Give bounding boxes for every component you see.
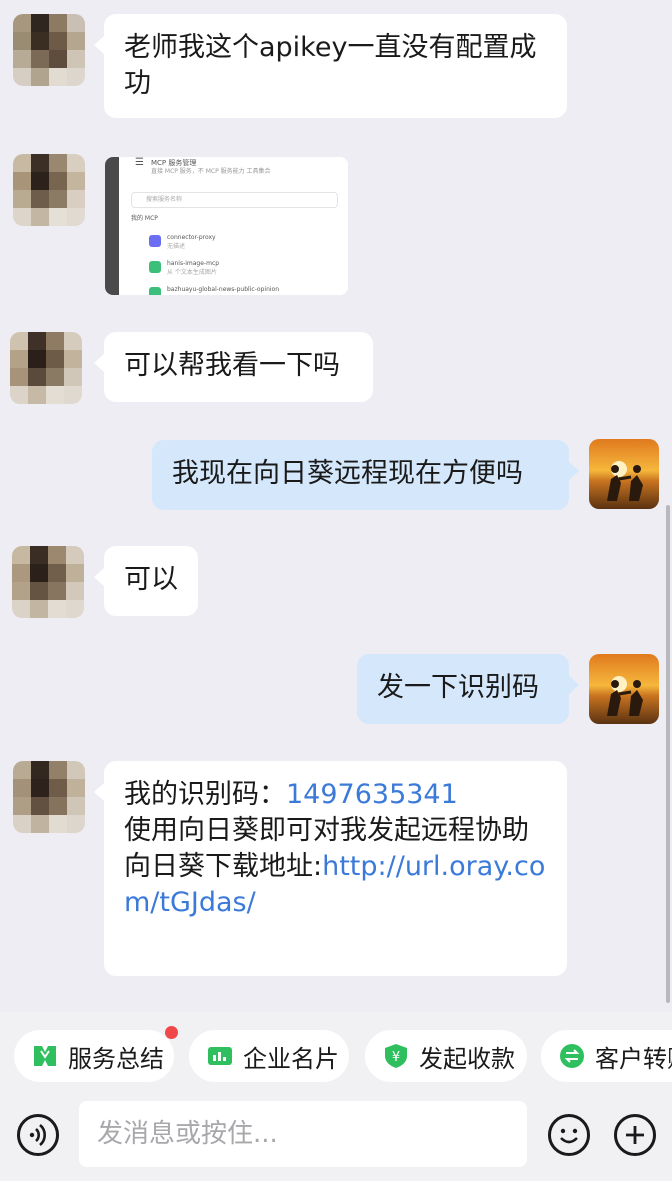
download-label: 向日葵下载地址: xyxy=(124,851,323,882)
screenshot-title: MCP 服务管理 xyxy=(151,159,197,167)
message-bubble[interactable]: 发一下识别码 xyxy=(357,654,579,724)
screenshot-search-placeholder: 搜索服务名称 xyxy=(146,196,183,203)
contact-avatar[interactable] xyxy=(10,332,82,404)
payment-icon: ¥ xyxy=(385,1044,407,1068)
quick-action-label: 服务总结 xyxy=(68,1044,164,1073)
screenshot-section: 我的 MCP xyxy=(131,215,158,222)
screenshot-search-box: 搜索服务名称 xyxy=(131,192,338,208)
screenshot-item-name: connector-proxy xyxy=(167,234,216,241)
contact-avatar[interactable] xyxy=(12,546,84,618)
message-line: 我的识别码：1497635341 xyxy=(124,777,547,813)
screenshot-menu-icon: ☰ xyxy=(135,157,144,168)
message-text: 发一下识别码 xyxy=(377,672,539,703)
transfer-icon xyxy=(560,1044,584,1068)
sunset-photo-icon xyxy=(589,654,659,724)
quick-action-label: 发起收款 xyxy=(419,1044,515,1073)
sunset-photo-icon xyxy=(589,439,659,509)
screenshot-item-icon xyxy=(149,287,161,295)
message-text: 可以帮我看一下吗 xyxy=(124,350,340,381)
chat-area[interactable]: 老师我这个apikey一直没有配置成功 ☰ MCP 服务管理 直接 MCP 服务… xyxy=(0,0,672,1010)
quick-action-payment[interactable]: ¥ 发起收款 xyxy=(365,1030,527,1082)
quick-action-label: 企业名片 xyxy=(243,1044,339,1073)
message-bubble[interactable]: 我现在向日葵远程现在方便吗 xyxy=(152,440,579,510)
screenshot-item-name: hanis-image-mcp xyxy=(167,260,220,267)
scrollbar[interactable] xyxy=(666,505,670,1003)
quick-action-transfer[interactable]: 客户转赠 xyxy=(541,1030,672,1082)
code-label: 我的识别码： xyxy=(124,779,286,810)
message-text: 我现在向日葵远程现在方便吗 xyxy=(172,458,523,489)
user-avatar[interactable] xyxy=(589,654,659,724)
message-bubble[interactable]: 可以 xyxy=(94,546,198,616)
message-text: 使用向日葵即可对我发起远程协助 xyxy=(124,815,529,846)
message-text: 老师我这个apikey一直没有配置成功 xyxy=(124,32,537,99)
screenshot-item-desc: 从 个文本生成图片 xyxy=(167,269,217,276)
contact-avatar[interactable] xyxy=(13,154,85,226)
contact-avatar[interactable] xyxy=(13,14,85,86)
image-edge xyxy=(105,157,119,295)
message-bubble[interactable]: 可以帮我看一下吗 xyxy=(94,332,373,402)
screenshot-item-icon xyxy=(149,235,161,247)
svg-text:¥: ¥ xyxy=(392,1050,400,1065)
remote-code-link[interactable]: 1497635341 xyxy=(286,779,458,810)
screenshot-item-icon xyxy=(149,261,161,273)
user-avatar[interactable] xyxy=(589,439,659,509)
image-message[interactable]: ☰ MCP 服务管理 直接 MCP 服务，不 MCP 服务能力 工具集合 搜索服… xyxy=(105,157,348,295)
message-text: 可以 xyxy=(124,564,178,595)
message-input[interactable] xyxy=(79,1101,527,1167)
quick-action-label: 客户转赠 xyxy=(595,1044,672,1073)
notification-dot xyxy=(165,1026,178,1039)
more-button[interactable] xyxy=(614,1114,656,1156)
quick-action-business-card[interactable]: 企业名片 xyxy=(189,1030,349,1082)
message-line: 向日葵下载地址:http://url.oray.com/tGJdas/ xyxy=(124,849,547,921)
message-bubble[interactable]: 我的识别码：1497635341 使用向日葵即可对我发起远程协助 向日葵下载地址… xyxy=(94,761,567,976)
service-summary-icon xyxy=(34,1046,56,1066)
screenshot-item-name: bazhuayu-global-news-public-opinion xyxy=(167,286,280,293)
emoji-icon xyxy=(560,1128,578,1144)
screenshot-item-desc: 无描述 xyxy=(167,243,186,250)
screenshot-subtitle: 直接 MCP 服务，不 MCP 服务能力 工具集合 xyxy=(151,168,271,175)
voice-icon xyxy=(29,1124,46,1146)
quick-action-service-summary[interactable]: 服务总结 xyxy=(14,1030,174,1082)
business-card-icon xyxy=(208,1047,232,1065)
contact-avatar[interactable] xyxy=(13,761,85,833)
plus-icon xyxy=(626,1126,644,1144)
emoji-button[interactable] xyxy=(548,1114,590,1156)
message-bubble[interactable]: 老师我这个apikey一直没有配置成功 xyxy=(94,14,567,118)
voice-button[interactable] xyxy=(17,1114,59,1156)
